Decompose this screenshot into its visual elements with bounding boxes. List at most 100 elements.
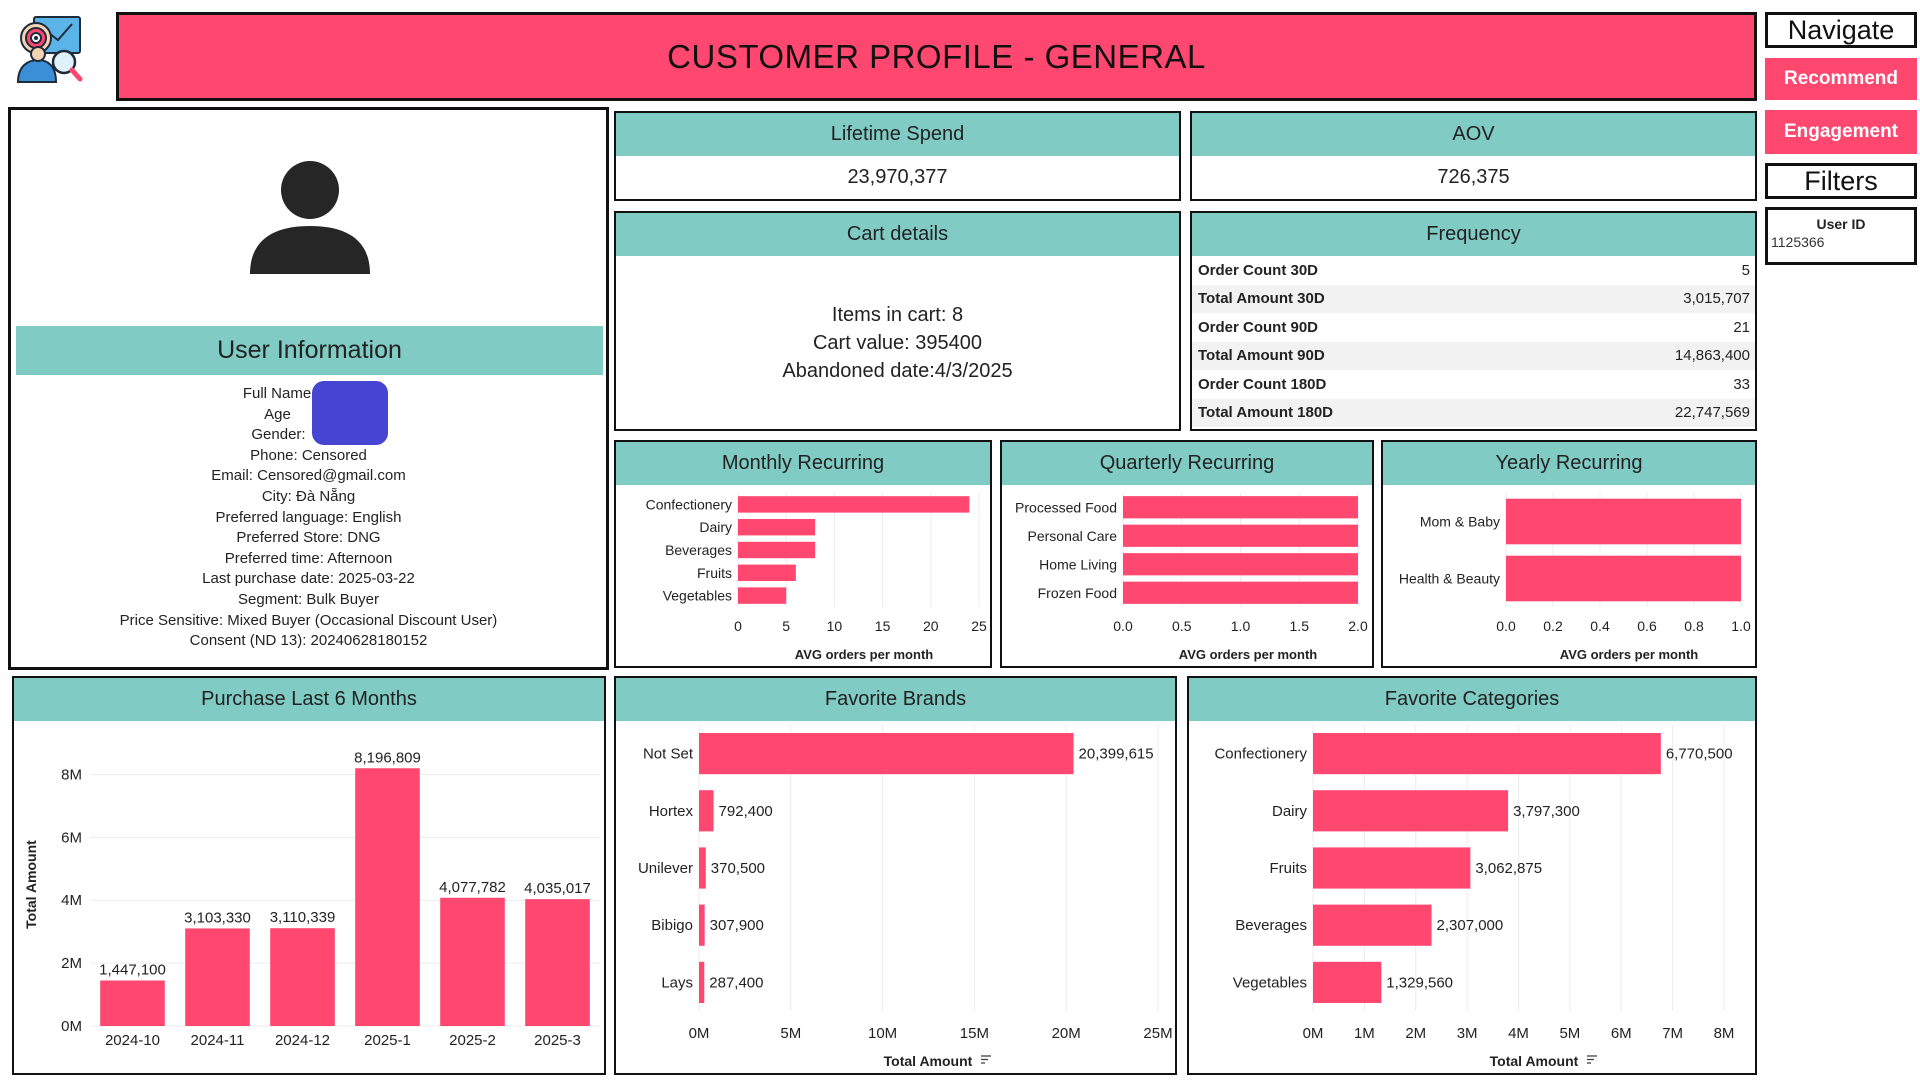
data-label: 3,103,330	[184, 909, 251, 926]
gender-line: Gender:	[251, 426, 306, 444]
page-title-bar: CUSTOMER PROFILE - GENERAL	[116, 12, 1757, 101]
bar	[185, 928, 250, 1026]
tick-label: 8M	[61, 766, 82, 783]
filters-heading: Filters	[1765, 163, 1917, 199]
category-label: Fruits	[1270, 860, 1308, 877]
user-id-filter-value[interactable]: 1125366	[1771, 234, 1914, 250]
page-title: CUSTOMER PROFILE - GENERAL	[667, 37, 1206, 75]
bar	[1313, 904, 1432, 946]
engagement-button-label: Engagement	[1783, 121, 1899, 142]
data-label: 3,062,875	[1475, 860, 1542, 877]
frequency-row-label: Total Amount 90D	[1198, 347, 1325, 365]
data-label: 287,400	[709, 974, 763, 991]
navigate-label: Navigate	[1787, 14, 1895, 45]
tick-label: 3M	[1457, 1025, 1478, 1042]
bar	[1123, 496, 1358, 519]
favorite-categories-title-bar: Favorite Categories	[1189, 678, 1755, 721]
user-avatar-icon	[250, 161, 370, 274]
aov-label: AOV	[1452, 123, 1495, 145]
monthly-recurring-chart: Confectionery Dairy Beverages Fruits Vegetab…	[646, 493, 987, 662]
cart-details-title: Cart details	[846, 223, 949, 245]
favorite-brands-title-bar: Favorite Brands	[616, 678, 1175, 721]
frequency-row-label: Order Count 30D	[1198, 261, 1319, 279]
frequency-title-bar: Frequency	[1192, 213, 1755, 256]
category-label: Health & Beauty	[1399, 571, 1500, 587]
lifetime-spend-value: 23,970,377	[847, 166, 948, 188]
x-axis-title: AVG orders per month	[1179, 647, 1318, 662]
data-label: 2,307,000	[1437, 917, 1504, 934]
filters-label: Filters	[1804, 165, 1878, 196]
favorite-brands-chart: Not Set 20,399,615 Hortex 792,400 Unilever 37…	[638, 725, 1173, 1069]
bar	[699, 790, 714, 832]
recommend-button[interactable]: Recommend	[1765, 58, 1917, 100]
category-label: Fruits	[697, 565, 732, 581]
cart-value: Cart value: 395400	[812, 332, 982, 354]
frequency-row-label: Order Count 180D	[1198, 375, 1327, 393]
frequency-row-value: 14,863,400	[1674, 347, 1750, 365]
tick-label: 0.0	[1113, 618, 1133, 634]
cart-details-body: Items in cart: 8 Cart value: 395400 Aban…	[616, 301, 1179, 385]
category-label: Frozen Food	[1038, 585, 1117, 601]
user-information-title: User Information	[217, 336, 402, 364]
bar	[270, 928, 335, 1026]
category-label: Home Living	[1039, 556, 1117, 572]
purchase-last-6-months-panel: Purchase Last 6 Months 0M 2M 4M 6M 8M 1,447,1…	[12, 676, 606, 1075]
frequency-table: Order Count 30D 5 Total Amount 30D 3,015,7…	[1192, 256, 1755, 427]
purchase-last-6-months-title: Purchase Last 6 Months	[201, 688, 417, 710]
frequency-row: Order Count 30D 5	[1192, 256, 1755, 285]
tick-label: 1M	[1354, 1025, 1375, 1042]
tick-label: 15M	[960, 1025, 989, 1042]
category-label: Hortex	[649, 803, 694, 820]
x-axis-title: Total Amount	[884, 1053, 973, 1069]
bar	[1123, 581, 1358, 604]
tick-label: 6M	[61, 829, 82, 846]
frequency-card: Frequency Order Count 30D 5 Total Amount …	[1190, 211, 1757, 431]
bar	[355, 768, 420, 1026]
tick-label: 0.6	[1637, 618, 1657, 634]
category-label: Dairy	[699, 519, 732, 535]
tick-label: 2.0	[1348, 618, 1368, 634]
segment-line: Segment: Bulk Buyer	[238, 590, 379, 608]
category-label: 2025-2	[449, 1032, 496, 1049]
data-label: 1,447,100	[99, 961, 166, 978]
bar	[738, 496, 970, 513]
frequency-row-value: 21	[1733, 318, 1750, 336]
x-axis-title: AVG orders per month	[1560, 647, 1699, 662]
monthly-recurring-title-bar: Monthly Recurring	[616, 442, 990, 485]
full-name-line: Full Name	[242, 385, 312, 402]
bar	[1313, 733, 1661, 775]
user-id-filter[interactable]: User ID 1125366	[1765, 207, 1917, 265]
frequency-row-label: Order Count 90D	[1198, 318, 1319, 336]
tick-label: 10M	[868, 1025, 897, 1042]
email-line: Email: Censored@gmail.com	[211, 467, 406, 485]
category-label: 2024-11	[191, 1032, 245, 1049]
bar	[525, 899, 590, 1026]
cart-items: Items in cart: 8	[831, 304, 964, 326]
favorite-brands-title: Favorite Brands	[824, 688, 967, 710]
category-label: 2025-3	[534, 1032, 581, 1049]
cart-abandoned-date: Abandoned date:4/3/2025	[782, 360, 1013, 382]
frequency-row-label: Total Amount 180D	[1198, 404, 1334, 422]
tick-label: 5M	[780, 1025, 801, 1042]
engagement-button[interactable]: Engagement	[1765, 110, 1917, 154]
category-label: Bibigo	[651, 917, 693, 934]
dashboard-logo	[14, 14, 84, 84]
frequency-row-value: 22,747,569	[1674, 404, 1750, 422]
frequency-row: Order Count 90D 21	[1192, 313, 1755, 342]
x-axis-title: AVG orders per month	[795, 647, 934, 662]
yearly-recurring-panel: Yearly Recurring Mom & Baby Health & Beau…	[1381, 440, 1757, 668]
tick-label: 7M	[1662, 1025, 1683, 1042]
data-label: 370,500	[711, 860, 765, 877]
frequency-row: Total Amount 90D 14,863,400	[1192, 341, 1755, 370]
cart-details-title-bar: Cart details	[616, 213, 1179, 256]
category-label: Beverages	[665, 542, 732, 558]
tick-label: 20M	[1052, 1025, 1081, 1042]
frequency-row: Total Amount 30D 3,015,707	[1192, 284, 1755, 313]
data-label: 4,035,017	[524, 880, 591, 897]
tick-label: 0	[734, 618, 742, 634]
x-axis-title: Total Amount	[1490, 1053, 1579, 1069]
monthly-recurring-panel: Monthly Recurring Confectionery Dairy Beve…	[614, 440, 992, 668]
recommend-button-label: Recommend	[1783, 68, 1899, 89]
aov-value: 726,375	[1437, 166, 1510, 188]
last-purchase-date-line: Last purchase date: 2025-03-22	[202, 570, 415, 588]
